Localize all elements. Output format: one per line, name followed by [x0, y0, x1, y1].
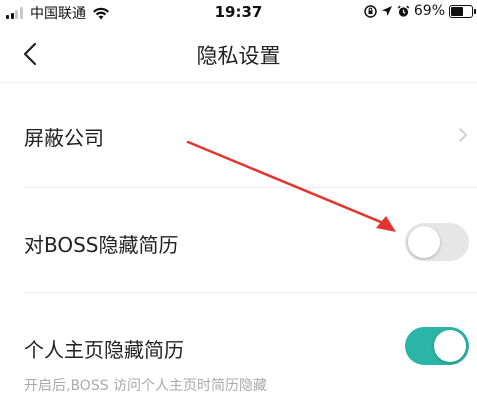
- block-company-row[interactable]: 屏蔽公司: [0, 100, 477, 170]
- nav-divider: [0, 82, 477, 83]
- toggle-knob: [434, 330, 466, 362]
- nav-bar: 隐私设置: [0, 26, 477, 82]
- battery-percent: 69%: [413, 3, 445, 19]
- alarm-icon: [397, 5, 410, 17]
- battery-fill: [451, 6, 463, 16]
- hide-resume-on-profile-hint: 开启后,BOSS 访问个人主页时简历隐藏: [24, 378, 268, 394]
- hide-resume-on-profile-row: 个人主页隐藏简历: [0, 310, 477, 370]
- page-title: 隐私设置: [196, 44, 281, 68]
- privacy-settings-screen: 中国联通 19:37 69% 隐私设置 屏蔽公司 对BOSS隐藏简历 个人主页隐…: [0, 0, 477, 411]
- row-divider: [24, 187, 477, 188]
- toggle-knob: [408, 226, 440, 258]
- hide-resume-on-profile-label: 个人主页隐藏简历: [24, 338, 184, 362]
- hide-resume-from-boss-row: 对BOSS隐藏简历: [0, 205, 477, 280]
- status-right: 69%: [364, 3, 476, 19]
- hide-resume-on-profile-toggle[interactable]: [405, 327, 469, 365]
- block-company-label: 屏蔽公司: [24, 126, 104, 150]
- location-icon: [381, 6, 392, 16]
- battery-icon: [449, 4, 476, 18]
- hide-resume-from-boss-toggle[interactable]: [405, 223, 469, 261]
- chevron-right-icon: [459, 128, 467, 142]
- row-divider: [24, 292, 477, 293]
- status-bar: 中国联通 19:37 69%: [0, 0, 477, 24]
- orientation-lock-icon: [364, 4, 377, 18]
- hide-resume-from-boss-label: 对BOSS隐藏简历: [24, 233, 179, 257]
